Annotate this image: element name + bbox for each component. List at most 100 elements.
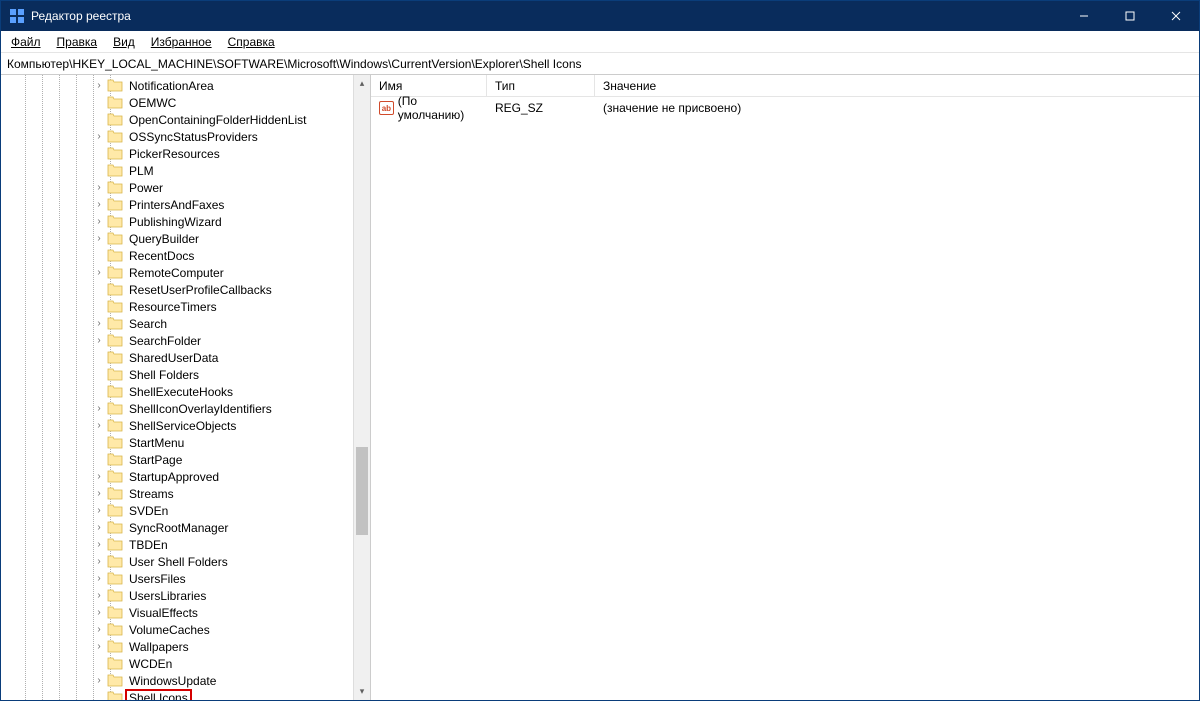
tree-item[interactable]: › OSSyncStatusProviders	[1, 128, 353, 145]
folder-icon	[107, 317, 123, 331]
values-list[interactable]: ab(По умолчанию)REG_SZ(значение не присв…	[371, 97, 1199, 700]
tree-item[interactable]: ›Power	[1, 179, 353, 196]
menu-favorites[interactable]: Избранное	[145, 33, 218, 51]
expand-icon[interactable]: ›	[93, 216, 105, 227]
tree-item[interactable]: › Wallpapers	[1, 638, 353, 655]
tree-item-label: UsersLibraries	[127, 589, 208, 603]
expand-icon[interactable]: ›	[93, 318, 105, 329]
tree-item-label: NotificationArea	[127, 79, 216, 93]
expand-icon[interactable]: ›	[93, 403, 105, 414]
expand-icon[interactable]: ›	[93, 590, 105, 601]
menu-view[interactable]: Вид	[107, 33, 141, 51]
tree-item[interactable]: PLM	[1, 162, 353, 179]
tree-item[interactable]: › SearchFolder	[1, 332, 353, 349]
tree-item[interactable]: › PrintersAndFaxes	[1, 196, 353, 213]
tree-item[interactable]: › PublishingWizard	[1, 213, 353, 230]
tree-item[interactable]: ResetUserProfileCallbacks	[1, 281, 353, 298]
expand-icon[interactable]: ›	[93, 573, 105, 584]
expand-icon[interactable]: ›	[93, 505, 105, 516]
minimize-button[interactable]	[1061, 1, 1107, 31]
expand-icon[interactable]: ›	[93, 335, 105, 346]
tree-item[interactable]: OEMWC	[1, 94, 353, 111]
main-area: › NotificationAreaOEMWCOpenContainingFold…	[1, 75, 1199, 700]
tree-item-label: PrintersAndFaxes	[127, 198, 226, 212]
menu-file[interactable]: Файл	[5, 33, 47, 51]
scroll-down-arrow[interactable]: ▾	[354, 683, 370, 700]
tree-item[interactable]: › NotificationArea	[1, 77, 353, 94]
tree-item[interactable]: RecentDocs	[1, 247, 353, 264]
tree-pane: › NotificationAreaOEMWCOpenContainingFold…	[1, 75, 371, 700]
maximize-button[interactable]	[1107, 1, 1153, 31]
registry-tree[interactable]: › NotificationAreaOEMWCOpenContainingFold…	[1, 75, 353, 700]
tree-item[interactable]: › StartupApproved	[1, 468, 353, 485]
folder-icon	[107, 402, 123, 416]
tree-item[interactable]: › Streams	[1, 485, 353, 502]
tree-scrollbar[interactable]: ▴ ▾	[353, 75, 370, 700]
tree-item[interactable]: ›ShellServiceObjects	[1, 417, 353, 434]
expand-icon[interactable]: ›	[93, 522, 105, 533]
tree-item-label: OSSyncStatusProviders	[127, 130, 260, 144]
tree-item-label: Streams	[127, 487, 176, 501]
expand-icon[interactable]: ›	[93, 199, 105, 210]
folder-icon	[107, 521, 123, 535]
tree-item[interactable]: ›RemoteComputer	[1, 264, 353, 281]
address-bar[interactable]: Компьютер\HKEY_LOCAL_MACHINE\SOFTWARE\Mi…	[1, 53, 1199, 75]
expand-icon[interactable]: ›	[93, 471, 105, 482]
expand-icon[interactable]: ›	[93, 624, 105, 635]
window-title: Редактор реестра	[31, 9, 1061, 23]
folder-icon	[107, 249, 123, 263]
expand-icon[interactable]: ›	[93, 607, 105, 618]
expand-icon[interactable]: ›	[93, 488, 105, 499]
tree-item[interactable]: ›SVDEn	[1, 502, 353, 519]
tree-item[interactable]: WCDEn	[1, 655, 353, 672]
expand-icon[interactable]: ›	[93, 641, 105, 652]
tree-item[interactable]: ›QueryBuilder	[1, 230, 353, 247]
scroll-track[interactable]	[354, 92, 370, 683]
tree-item[interactable]: ›VisualEffects	[1, 604, 353, 621]
tree-item-label: RecentDocs	[127, 249, 196, 263]
close-button[interactable]	[1153, 1, 1199, 31]
value-row[interactable]: ab(По умолчанию)REG_SZ(значение не присв…	[371, 99, 1199, 117]
expand-icon[interactable]: ›	[93, 233, 105, 244]
tree-item[interactable]: › User Shell Folders	[1, 553, 353, 570]
folder-icon	[107, 623, 123, 637]
col-data[interactable]: Значение	[595, 75, 1199, 96]
tree-item-label: StartupApproved	[127, 470, 221, 484]
col-name[interactable]: Имя	[371, 75, 487, 96]
tree-item[interactable]: ›WindowsUpdate	[1, 672, 353, 689]
folder-icon	[107, 266, 123, 280]
tree-item[interactable]: Shell Folders	[1, 366, 353, 383]
expand-icon[interactable]: ›	[93, 131, 105, 142]
menu-help[interactable]: Справка	[222, 33, 281, 51]
tree-item[interactable]: StartPage	[1, 451, 353, 468]
tree-item-label: User Shell Folders	[127, 555, 230, 569]
tree-item[interactable]: ›TBDEn	[1, 536, 353, 553]
menu-edit[interactable]: Правка	[51, 33, 104, 51]
expand-icon[interactable]: ›	[93, 420, 105, 431]
tree-item[interactable]: ›UsersFiles	[1, 570, 353, 587]
tree-item[interactable]: Shell Icons	[1, 689, 353, 700]
tree-item[interactable]: ›ShellIconOverlayIdentifiers	[1, 400, 353, 417]
tree-item[interactable]: PickerResources	[1, 145, 353, 162]
tree-item[interactable]: OpenContainingFolderHiddenList	[1, 111, 353, 128]
tree-item[interactable]: ›VolumeCaches	[1, 621, 353, 638]
tree-item[interactable]: StartMenu	[1, 434, 353, 451]
tree-item-label: SearchFolder	[127, 334, 203, 348]
expand-icon[interactable]: ›	[93, 556, 105, 567]
tree-item[interactable]: ›SyncRootManager	[1, 519, 353, 536]
expand-icon[interactable]: ›	[93, 80, 105, 91]
tree-item[interactable]: ResourceTimers	[1, 298, 353, 315]
tree-item[interactable]: SharedUserData	[1, 349, 353, 366]
col-type[interactable]: Тип	[487, 75, 595, 96]
tree-item-label: PublishingWizard	[127, 215, 224, 229]
expand-icon[interactable]: ›	[93, 539, 105, 550]
scroll-thumb[interactable]	[356, 447, 368, 536]
expand-icon[interactable]: ›	[93, 182, 105, 193]
expand-icon[interactable]: ›	[93, 675, 105, 686]
tree-item[interactable]: ShellExecuteHooks	[1, 383, 353, 400]
expand-icon[interactable]: ›	[93, 267, 105, 278]
tree-item-label: Wallpapers	[127, 640, 191, 654]
tree-item[interactable]: › UsersLibraries	[1, 587, 353, 604]
scroll-up-arrow[interactable]: ▴	[354, 75, 370, 92]
tree-item[interactable]: ›Search	[1, 315, 353, 332]
